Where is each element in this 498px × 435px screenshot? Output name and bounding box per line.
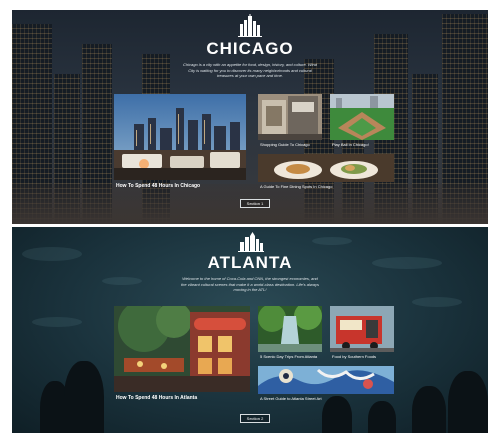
atlanta-card-streetart[interactable]: A Street Guide to Atlanta Street Art [258,366,394,404]
chicago-card-shopping[interactable]: Shopping Guide To Chicago [258,94,322,150]
atlanta-feature-card[interactable]: How To Spend 48 Hours In Atlanta [114,306,250,404]
atlanta-skyline-icon [238,232,264,252]
chicago-card-baseball[interactable]: Play Ball in Chicago! [330,94,394,150]
chicago-dining-caption: A Guide To Fine Dining Spots In Chicago [260,184,333,189]
page: CHICAGO Chicago is a city with an appeti… [12,10,488,433]
chicago-ballpark-image [330,94,394,140]
chicago-card-dining[interactable]: A Guide To Fine Dining Spots In Chicago [258,154,394,192]
atlanta-waterfall-image [258,306,322,352]
atlanta-card-food[interactable]: Food by Southern Foods [330,306,394,362]
chicago-feature-card[interactable]: How To Spend 48 Hours In Chicago [114,94,246,192]
atlanta-streetart-caption: A Street Guide to Atlanta Street Art [260,396,322,401]
chicago-section: CHICAGO Chicago is a city with an appeti… [12,10,488,224]
chicago-section-button[interactable]: Section 1 [240,199,270,208]
atlanta-street-image [114,306,250,392]
chicago-title: CHICAGO [206,39,294,58]
atlanta-section: ATLANTA Welcome to the home of Coca-Cola… [12,227,488,433]
atlanta-streetart-image [258,366,394,394]
chicago-shopping-image [258,94,322,140]
atlanta-title: ATLANTA [207,253,293,272]
chicago-shopping-caption: Shopping Guide To Chicago [260,142,310,147]
chicago-feature-caption: How To Spend 48 Hours In Chicago [116,183,201,189]
atlanta-foodtruck-image [330,306,394,352]
atlanta-description: Welcome to the home of Coca-Cola and CNN… [181,276,319,292]
chicago-baseball-caption: Play Ball in Chicago! [332,142,369,147]
atlanta-food-caption: Food by Southern Foods [332,354,377,359]
atlanta-daytrips-caption: 5 Scenic Day Trips From Atlanta [260,354,318,359]
chicago-rooftop-image [114,94,246,180]
chicago-description: Chicago is a city with an appetite for f… [183,62,317,78]
chicago-dining-image [258,154,394,182]
atlanta-section-button[interactable]: Section 2 [240,414,270,423]
atlanta-feature-caption: How To Spend 48 Hours In Atlanta [116,395,198,401]
chicago-skyline-icon [238,14,262,37]
atlanta-card-daytrips[interactable]: 5 Scenic Day Trips From Atlanta [258,306,322,362]
